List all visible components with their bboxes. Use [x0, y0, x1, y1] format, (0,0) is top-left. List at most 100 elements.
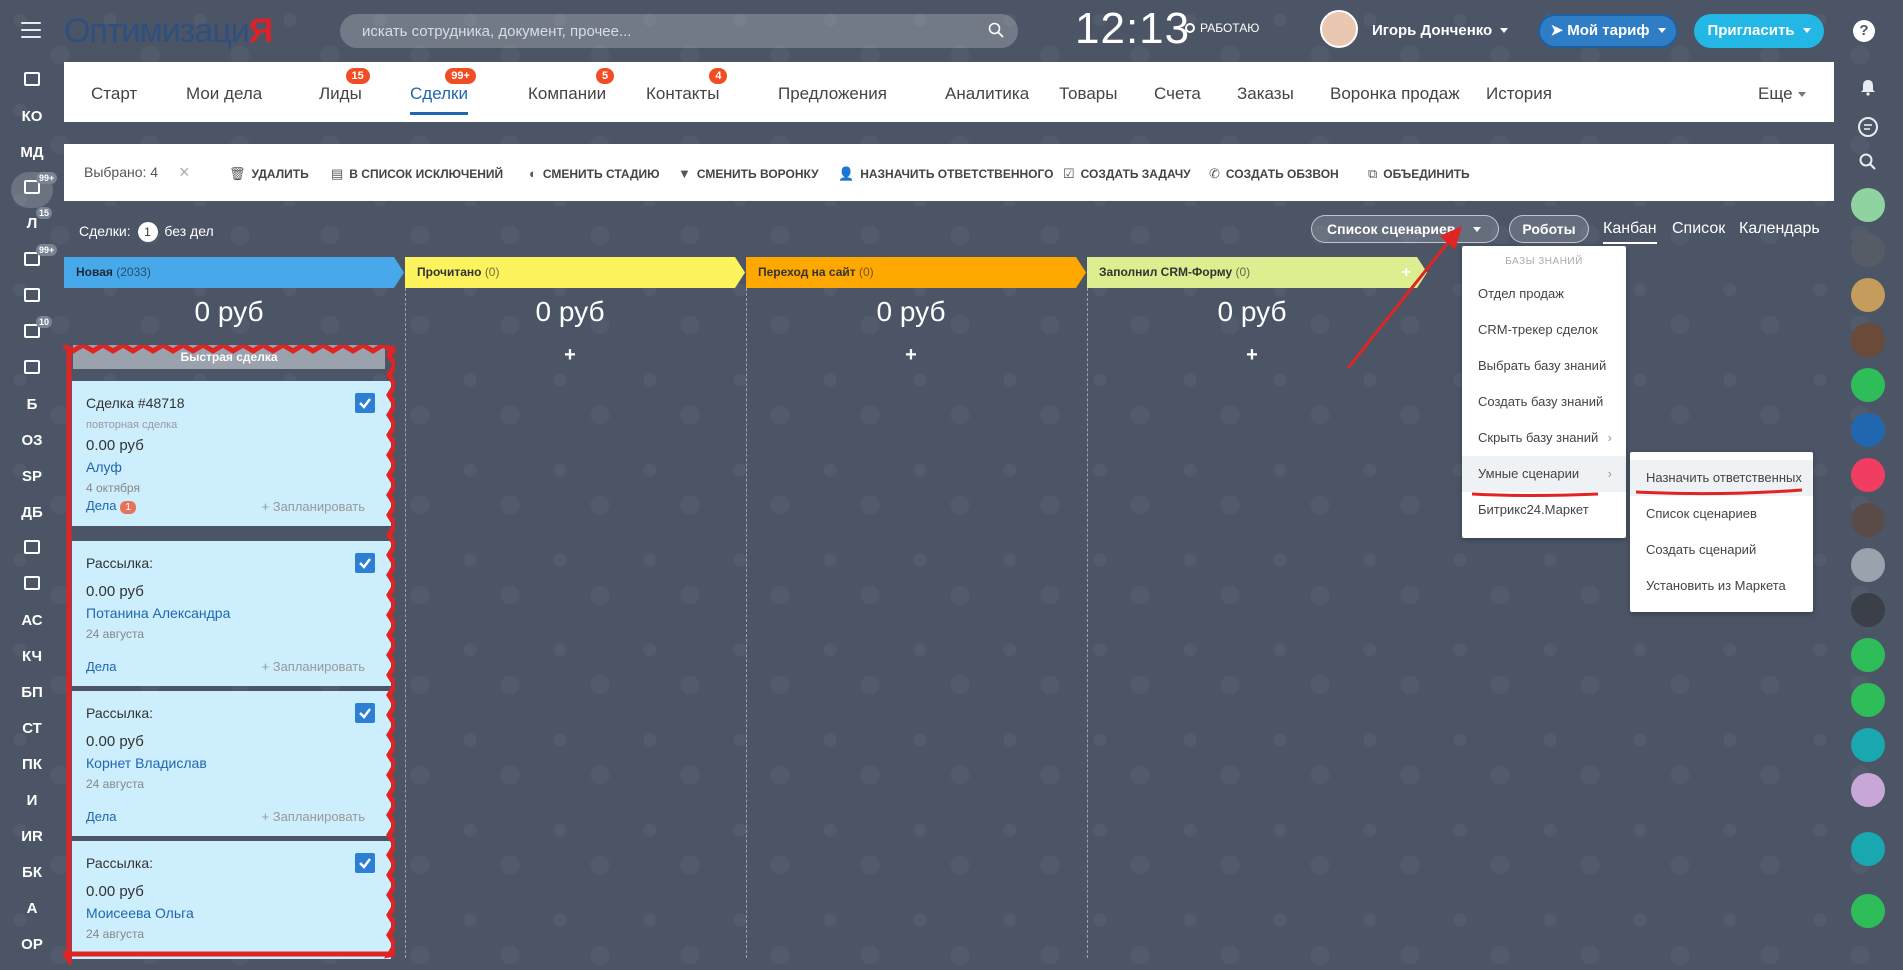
- user-menu[interactable]: Игорь Донченко: [1372, 22, 1509, 39]
- view-list[interactable]: Список: [1672, 220, 1725, 238]
- contact-avatar[interactable]: [1851, 188, 1885, 222]
- action-button[interactable]: ▼ СМЕНИТЬ ВОРОНКУ: [678, 166, 819, 181]
- view-calendar[interactable]: Календарь: [1739, 220, 1820, 238]
- menu-item[interactable]: Умные сценарии ›: [1462, 456, 1626, 492]
- sidebar-item[interactable]: Л 15: [0, 207, 64, 232]
- scenarios-dropdown[interactable]: Список сценариев: [1311, 215, 1499, 243]
- deals-counter[interactable]: Сделки: 1 без дел: [79, 222, 214, 242]
- sidebar-item-mail[interactable]: 10: [0, 316, 64, 342]
- sidebar-item[interactable]: И: [0, 792, 64, 809]
- hamburger-icon[interactable]: [21, 22, 41, 38]
- menu-item[interactable]: Скрыть базу знаний ›: [1462, 420, 1626, 456]
- sidebar-item[interactable]: SP: [0, 468, 64, 485]
- action-button[interactable]: ☑ СОЗДАТЬ ЗАДАЧУ: [1063, 166, 1191, 182]
- call-icon[interactable]: [1851, 894, 1885, 928]
- tab-item[interactable]: Товары: [1059, 84, 1117, 104]
- sidebar-item-robot[interactable]: [0, 360, 64, 378]
- action-button[interactable]: ⧉ ОБЪЕДИНИТЬ: [1368, 166, 1470, 182]
- sidebar-item[interactable]: ПК: [0, 756, 64, 773]
- robot-icon[interactable]: [1851, 683, 1885, 717]
- search-icon[interactable]: [988, 22, 1004, 38]
- sidebar-item[interactable]: ИR: [0, 828, 64, 845]
- logo[interactable]: ОптимизациЯ: [64, 12, 273, 51]
- add-deal-icon[interactable]: +: [405, 344, 735, 367]
- sidebar-item[interactable]: Б: [0, 396, 64, 413]
- action-button[interactable]: 👤 НАЗНАЧИТЬ ОТВЕТСТВЕННОГО: [838, 166, 1053, 182]
- column-header[interactable]: Переход на сайт (0): [746, 257, 1086, 288]
- phone-icon[interactable]: [1851, 413, 1885, 447]
- action-button[interactable]: ▤ В СПИСОК ИСКЛЮЧЕНИЙ: [331, 166, 503, 182]
- sidebar-item-filter[interactable]: 99+: [0, 172, 64, 198]
- tab-item[interactable]: Старт: [91, 84, 137, 104]
- tab-item[interactable]: Предложения: [778, 84, 887, 104]
- menu-item[interactable]: Выбрать базу знаний: [1462, 348, 1626, 384]
- bell-icon[interactable]: [1859, 78, 1877, 96]
- contact-avatar[interactable]: [1851, 548, 1885, 582]
- my-tariff-button[interactable]: ➤ Мой тариф: [1538, 14, 1678, 48]
- tab-item[interactable]: Еще: [1758, 84, 1806, 104]
- column-header[interactable]: Новая (2033): [64, 257, 404, 288]
- tab-item[interactable]: Лиды 15: [319, 68, 370, 104]
- sidebar-item[interactable]: ДБ: [0, 504, 64, 521]
- add-deal-icon[interactable]: +: [746, 344, 1076, 367]
- sidebar-item[interactable]: КЧ: [0, 648, 64, 665]
- chat-icon[interactable]: [1857, 116, 1879, 138]
- column-header[interactable]: Заполнил CRM-Форму (0) +: [1087, 257, 1427, 288]
- crm-icon[interactable]: [1851, 728, 1885, 762]
- avatar[interactable]: [1320, 10, 1358, 48]
- tab-item[interactable]: Компании 5: [528, 68, 615, 104]
- close-icon[interactable]: ×: [179, 162, 190, 183]
- submenu-item[interactable]: Список сценариев: [1630, 496, 1813, 532]
- menu-item[interactable]: Создать базу знаний: [1462, 384, 1626, 420]
- robots-button[interactable]: Роботы: [1509, 215, 1589, 243]
- invite-button[interactable]: Пригласить: [1694, 14, 1824, 48]
- tab-item[interactable]: Сделки 99+: [410, 68, 476, 115]
- contact-avatar[interactable]: [1851, 278, 1885, 312]
- menu-item[interactable]: Отдел продаж: [1462, 276, 1626, 312]
- submenu-item[interactable]: Создать сценарий: [1630, 532, 1813, 568]
- contact-avatar[interactable]: [1851, 323, 1885, 357]
- lock-icon[interactable]: [1851, 458, 1885, 492]
- search-input[interactable]: [340, 14, 1018, 48]
- sidebar-item-document[interactable]: [0, 576, 64, 594]
- sidebar-item-book[interactable]: [0, 288, 64, 306]
- contact-avatar[interactable]: [1851, 593, 1885, 627]
- action-button[interactable]: ✆ СОЗДАТЬ ОБЗВОН: [1209, 166, 1339, 182]
- search-icon[interactable]: [1859, 153, 1877, 171]
- sidebar-item-checkbox[interactable]: 99+: [0, 244, 64, 270]
- sidebar-item-monitor[interactable]: [0, 72, 64, 90]
- contact-avatar[interactable]: [1851, 773, 1885, 807]
- tab-item[interactable]: История: [1486, 84, 1552, 104]
- sidebar-item[interactable]: БП: [0, 684, 64, 701]
- submenu-item[interactable]: Установить из Маркета: [1630, 568, 1813, 604]
- tab-item[interactable]: Заказы: [1237, 84, 1294, 104]
- open-channel-icon[interactable]: [1851, 832, 1885, 866]
- tab-item[interactable]: Аналитика: [945, 84, 1029, 104]
- contact-avatar[interactable]: [1851, 503, 1885, 537]
- sidebar-item-card[interactable]: [0, 540, 64, 558]
- action-button[interactable]: ◐ СМЕНИТЬ СТАДИЮ: [529, 166, 660, 181]
- tab-item[interactable]: Мои дела: [186, 84, 262, 104]
- menu-item[interactable]: Битрикс24.Маркет: [1462, 492, 1626, 528]
- column-header[interactable]: Прочитано (0): [405, 257, 745, 288]
- submenu-item[interactable]: Назначить ответственных: [1630, 460, 1813, 496]
- sidebar-item[interactable]: А: [0, 900, 64, 917]
- sidebar-item[interactable]: БК: [0, 864, 64, 881]
- work-status[interactable]: РАБОТАЮ: [1185, 21, 1259, 35]
- action-button[interactable]: 🗑 УДАЛИТЬ: [229, 166, 309, 182]
- sidebar-item[interactable]: МД: [0, 144, 64, 161]
- view-kanban[interactable]: Канбан: [1603, 220, 1657, 244]
- sidebar-item[interactable]: КО: [0, 108, 64, 125]
- contact-avatar[interactable]: [1851, 233, 1885, 267]
- tab-item[interactable]: Контакты 4: [646, 68, 728, 104]
- sidebar-item[interactable]: АС: [0, 612, 64, 629]
- tab-item[interactable]: Воронка продаж: [1330, 84, 1460, 104]
- sidebar-item[interactable]: ОР: [0, 936, 64, 953]
- add-deal-icon[interactable]: +: [1087, 344, 1417, 367]
- sidebar-item[interactable]: СТ: [0, 720, 64, 737]
- menu-item[interactable]: CRM-трекер сделок: [1462, 312, 1626, 348]
- sidebar-item[interactable]: ОЗ: [0, 432, 64, 449]
- add-column-icon[interactable]: +: [1402, 257, 1411, 288]
- help-icon[interactable]: ?: [1853, 20, 1875, 42]
- lock-icon[interactable]: [1851, 638, 1885, 672]
